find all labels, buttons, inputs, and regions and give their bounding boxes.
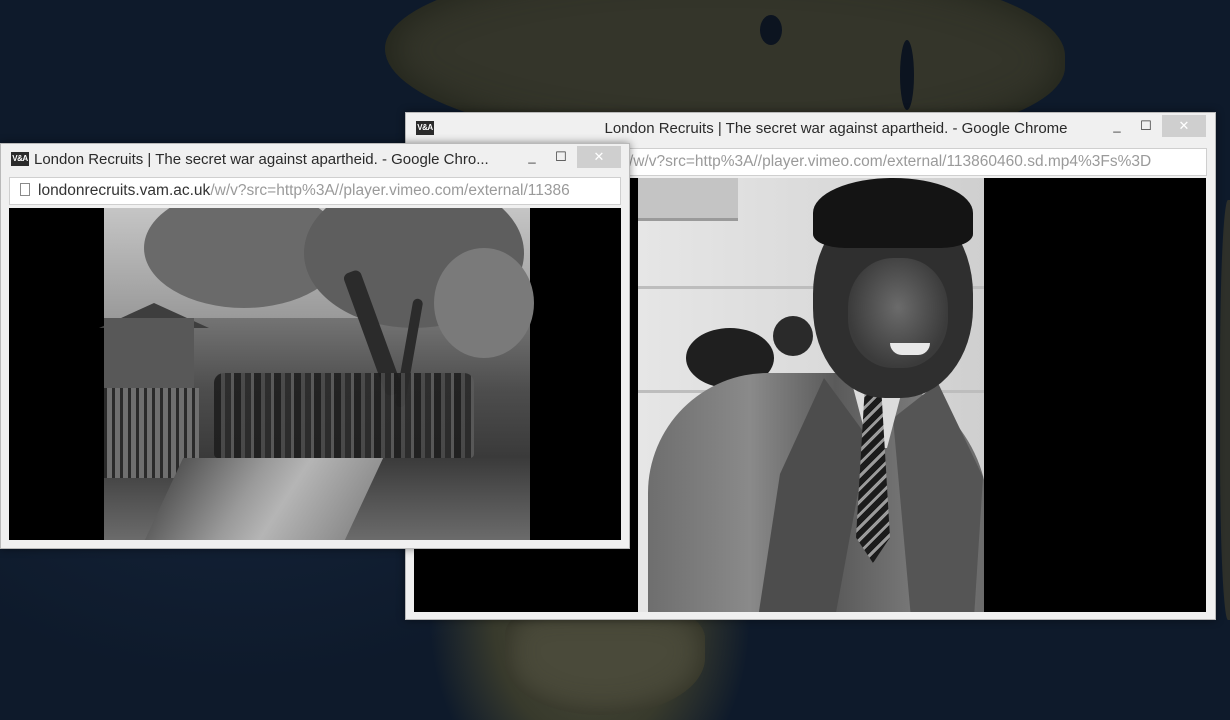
address-host: londonrecruits.vam.ac.uk (38, 182, 211, 199)
map-landmass-south (505, 605, 705, 715)
map-lake (900, 40, 914, 110)
portrait-hair (813, 178, 973, 248)
maximize-button[interactable]: ☐ (549, 146, 573, 168)
video-player[interactable] (9, 208, 621, 540)
video-frame-portrait (638, 178, 984, 612)
minimize-button[interactable]: _ (1106, 115, 1128, 137)
background-person (773, 316, 813, 356)
va-logo-icon: V&A (416, 121, 434, 135)
map-lake (760, 15, 782, 45)
window-title: London Recruits | The secret war against… (34, 151, 489, 168)
close-button[interactable]: ✕ (1162, 115, 1206, 137)
va-logo-icon: V&A (11, 152, 29, 166)
video-frame-street (99, 208, 534, 540)
window-titlebar[interactable]: V&A London Recruits | The secret war aga… (406, 113, 1215, 143)
minimize-button[interactable]: _ (521, 146, 543, 168)
crowd (214, 373, 474, 458)
close-button[interactable]: ✕ (577, 146, 621, 168)
address-bar[interactable]: londonrecruits.vam.ac.uk/w/v?src=http%3A… (9, 177, 621, 205)
maximize-button[interactable]: ☐ (1134, 115, 1158, 137)
background-window (638, 178, 738, 221)
browser-window-front[interactable]: V&A London Recruits | The secret war aga… (0, 143, 630, 549)
portrait-smile (890, 343, 930, 355)
address-path: /w/v?src=http%3A//player.vimeo.com/exter… (629, 153, 1152, 170)
window-titlebar[interactable]: V&A London Recruits | The secret war aga… (1, 144, 629, 174)
page-icon (20, 183, 30, 197)
tree (434, 248, 534, 358)
window-title: London Recruits | The secret war against… (604, 120, 1068, 137)
sidewalk (144, 458, 384, 540)
address-path: /w/v?src=http%3A//player.vimeo.com/exter… (210, 182, 570, 199)
map-landmass-east (1220, 200, 1230, 620)
house (104, 318, 194, 388)
